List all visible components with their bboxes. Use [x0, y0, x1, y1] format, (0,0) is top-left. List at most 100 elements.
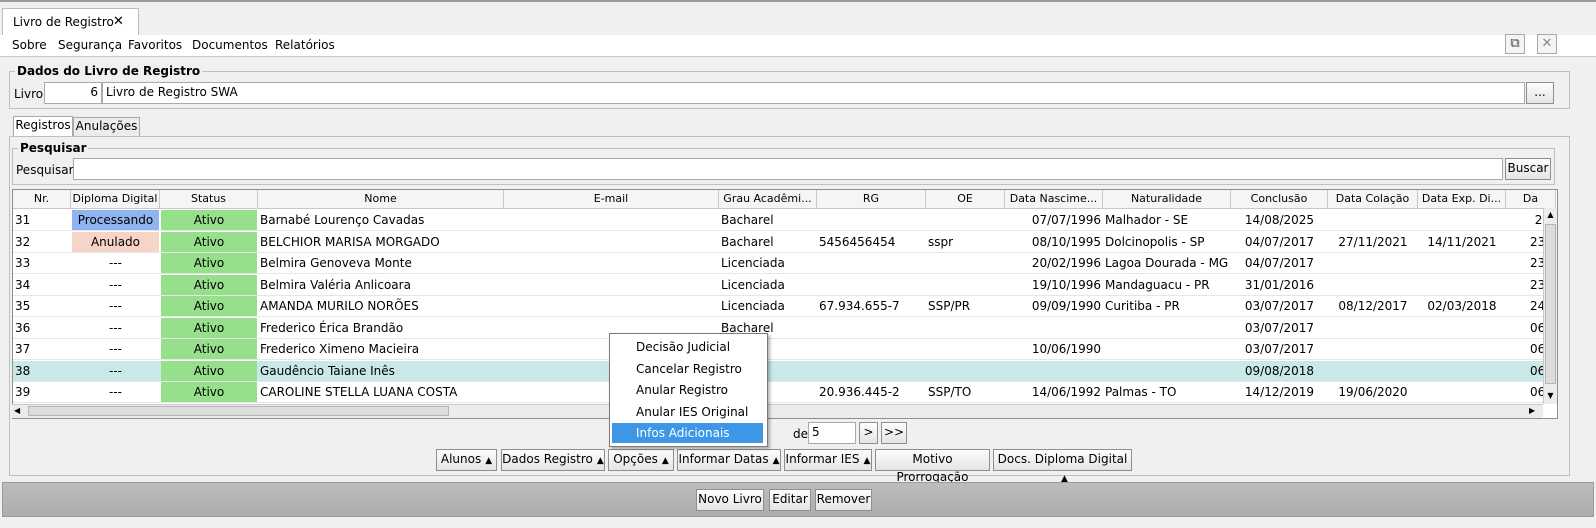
book-name-field[interactable]: Livro de Registro SWA	[102, 82, 1525, 104]
pager-of-label: de	[793, 427, 808, 441]
column-header-data-exp-diploma[interactable]: Data Exp. Di...	[1418, 190, 1506, 209]
dados-registro-menu-button[interactable]: Dados Registro ▲	[501, 449, 605, 471]
menu-documentos[interactable]: Documentos	[192, 38, 268, 52]
cell-data-exp-diploma: 02/03/2018	[1427, 299, 1497, 313]
cell-grau-academico: Bacharel	[721, 234, 774, 249]
book-lookup-button[interactable]: ...	[1526, 82, 1554, 104]
cell-data-nascimento	[1005, 318, 1103, 338]
column-header-data-nascimento[interactable]: Data Nascime...	[1005, 190, 1103, 209]
table-row[interactable]: 37---AtivoFrederico Ximeno Macieirado10/…	[13, 339, 1554, 360]
table-row[interactable]: 35 --- Ativo AMANDA MURILO NORÕES Licenciada…	[13, 296, 1554, 317]
cell-conclusao: 31/01/2016	[1244, 277, 1315, 292]
cell-naturalidade: Mandaguacu - PR	[1105, 277, 1210, 292]
menu-item-decisao-judicial[interactable]: Decisão Judicial	[612, 337, 763, 357]
book-number-field[interactable]: 6	[44, 82, 102, 104]
cell-nr: 32	[15, 234, 31, 249]
scroll-right-icon[interactable]: ▶	[1529, 405, 1541, 417]
menu-item-anular-ies-original[interactable]: Anular IES Original	[612, 402, 763, 422]
opcoes-button-label: Opções	[613, 452, 658, 466]
motivo-prorrogacao-button[interactable]: Motivo Prorrogação	[875, 449, 990, 484]
cell-data-colacao	[1328, 210, 1418, 230]
menu-seguranca[interactable]: Segurança	[58, 38, 122, 52]
alunos-button-label: Alunos	[440, 452, 482, 466]
column-header-rg[interactable]: RG	[817, 190, 926, 209]
cell-data-nascimento: 08/10/1995	[1031, 234, 1101, 249]
cell-oe: SSP/TO	[928, 385, 972, 399]
table-row[interactable]: 33 --- Ativo Belmira Genoveva Monte Licencia…	[13, 253, 1554, 274]
cell-diploma-digital: ---	[109, 320, 122, 335]
pager-last-button[interactable]: >>	[881, 422, 907, 444]
column-header-status[interactable]: Status	[160, 190, 258, 209]
cell-conclusao: 14/08/2025	[1244, 213, 1315, 227]
cell-nome: Frederico Érica Brandão	[260, 320, 404, 335]
column-header-oe[interactable]: OE	[926, 190, 1005, 209]
cell-data-colacao: 08/12/2017	[1338, 299, 1408, 313]
cell-rg	[817, 275, 926, 295]
scroll-down-icon[interactable]: ▼	[1545, 390, 1556, 402]
cell-rg	[817, 318, 926, 338]
horizontal-scroll-thumb[interactable]	[28, 406, 449, 416]
column-header-naturalidade[interactable]: Naturalidade	[1103, 190, 1231, 209]
cell-rg: 5456456454	[819, 234, 896, 249]
horizontal-scrollbar[interactable]: ◀ ▶	[12, 404, 1543, 418]
editar-button[interactable]: Editar	[769, 489, 811, 511]
close-window-icon[interactable]: ✕	[1537, 34, 1557, 54]
table-row[interactable]: 34 --- Ativo Belmira Valéria Anlicoara Licen…	[13, 274, 1554, 296]
tab-registros[interactable]: Registros	[13, 116, 73, 137]
menu-relatorios[interactable]: Relatórios	[275, 38, 335, 52]
pager-total-field: 5	[808, 422, 856, 444]
search-input[interactable]	[73, 158, 1503, 180]
table-row[interactable]: 31 Processando Ativo Barnabé Lourenço Cavad…	[13, 210, 1554, 231]
cell-naturalidade: Curitiba - PR	[1105, 299, 1180, 313]
opcoes-menu-button[interactable]: Opções ▲	[608, 449, 674, 471]
scroll-up-icon[interactable]: ▲	[1545, 209, 1556, 221]
cell-status: Ativo	[161, 360, 257, 381]
cell-grau-academico: Licenciada	[721, 277, 785, 292]
column-header-grau-academico[interactable]: Grau Acadêmi...	[719, 190, 817, 209]
column-header-email[interactable]: E-mail	[504, 190, 719, 209]
cell-data-exp-diploma: 14/11/2021	[1427, 234, 1497, 249]
cell-data-colacao: 27/11/2021	[1338, 234, 1408, 249]
cell-data-exp-diploma	[1418, 382, 1506, 402]
tab-anulacoes[interactable]: Anulações	[73, 117, 140, 136]
menu-item-anular-registro[interactable]: Anular Registro	[612, 380, 763, 400]
informar-datas-menu-button[interactable]: Informar Datas ▲	[677, 449, 781, 471]
document-tab[interactable]: Livro de Registro ✕	[2, 8, 139, 36]
column-header-data-extra[interactable]: Da	[1506, 190, 1556, 209]
table-row[interactable]: 36 --- Ativo Frederico Érica Brandão Bachare…	[13, 317, 1554, 339]
pager-next-button[interactable]: >	[859, 422, 878, 444]
informar-ies-menu-button[interactable]: Informar IES ▲	[784, 449, 872, 471]
close-tab-icon[interactable]: ✕	[113, 14, 124, 29]
vertical-scroll-thumb[interactable]	[1545, 224, 1556, 384]
table-row[interactable]: 39---AtivoCAROLINE STELLA LUANA COSTAa20…	[13, 382, 1554, 403]
docs-diploma-digital-button-label: Docs. Diploma Digital	[997, 452, 1128, 466]
table-row[interactable]: 32 Anulado Ativo BELCHIOR MARISA MORGADO Bac…	[13, 231, 1554, 253]
novo-livro-button[interactable]: Novo Livro	[696, 489, 764, 511]
cell-status: Ativo	[161, 317, 257, 338]
column-header-diploma-digital[interactable]: Diploma Digital	[71, 190, 160, 209]
scroll-left-icon[interactable]: ◀	[14, 405, 26, 417]
search-button[interactable]: Buscar	[1505, 158, 1551, 180]
column-header-nr[interactable]: Nr.	[13, 190, 71, 209]
menu-favoritos[interactable]: Favoritos	[128, 38, 182, 52]
table-row[interactable]: 38 --- Ativo Gaudêncio Taiane Inês 09/08/201…	[13, 360, 1554, 382]
cell-naturalidade: Malhador - SE	[1105, 213, 1189, 227]
docs-diploma-digital-menu-button[interactable]: Docs. Diploma Digital▲	[993, 449, 1132, 484]
alunos-menu-button[interactable]: Alunos ▲	[436, 449, 497, 471]
remover-button[interactable]: Remover	[815, 489, 872, 511]
column-header-data-colacao[interactable]: Data Colação	[1328, 190, 1418, 209]
cell-data-nascimento: 14/06/1992	[1031, 385, 1101, 399]
column-header-nome[interactable]: Nome	[258, 190, 504, 209]
cell-nr: 39	[15, 385, 31, 399]
cell-conclusao: 03/07/2017	[1244, 299, 1315, 313]
registros-table: Nr. Diploma Digital Status Nome E-mail Grau A…	[12, 189, 1558, 419]
menu-item-cancelar-registro[interactable]: Cancelar Registro	[612, 359, 763, 379]
column-header-conclusao[interactable]: Conclusão	[1231, 190, 1328, 209]
cell-naturalidade: Palmas - TO	[1105, 385, 1177, 399]
detach-window-icon[interactable]: ⧉	[1505, 34, 1525, 54]
menu-sobre[interactable]: Sobre	[12, 38, 47, 52]
menu-item-infos-adicionais[interactable]: Infos Adicionais	[612, 423, 763, 443]
vertical-scrollbar[interactable]: ▲ ▼	[1543, 208, 1557, 404]
cell-rg	[817, 210, 926, 230]
cell-status: Ativo	[161, 274, 257, 295]
